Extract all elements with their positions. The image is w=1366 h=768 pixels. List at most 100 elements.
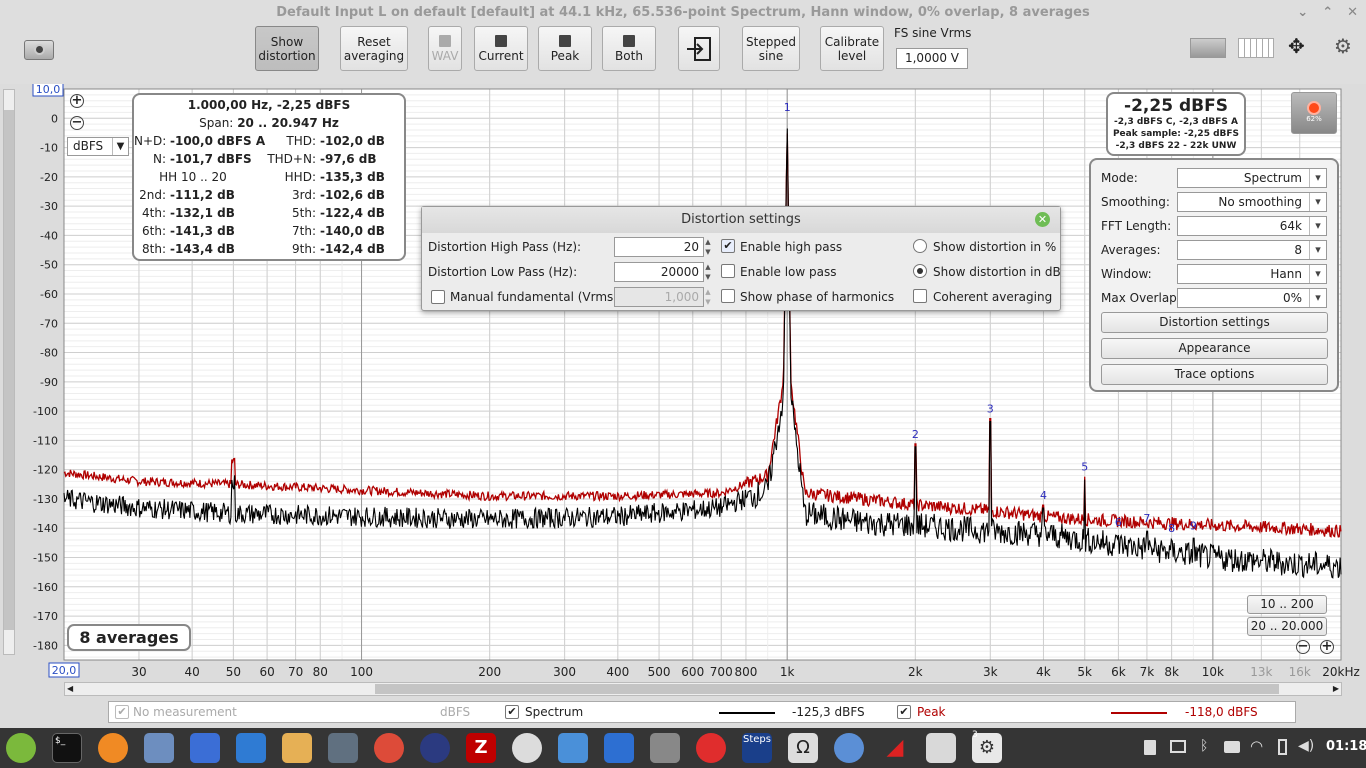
usb-icon[interactable]	[650, 733, 680, 763]
close-icon[interactable]: ✕	[1035, 212, 1050, 227]
settings-gear-icon[interactable]: ⚙	[1334, 34, 1352, 58]
show-db-radio[interactable]	[913, 264, 927, 278]
overlap-select[interactable]: 0%	[1177, 288, 1327, 308]
chevron-down-icon: ▼	[112, 138, 128, 155]
record-icon	[1307, 101, 1321, 115]
x-tick-label: 400	[606, 665, 629, 679]
printer-icon[interactable]	[1224, 741, 1240, 753]
manual-fundamental-label: Manual fundamental (Vrms)	[450, 290, 618, 304]
import-button[interactable]	[678, 26, 720, 71]
volume-icon[interactable]: ◀)	[1298, 738, 1314, 754]
terminal-icon[interactable]: $_	[52, 733, 82, 763]
screenshot-tool-icon[interactable]	[144, 733, 174, 763]
show-phase-checkbox[interactable]	[721, 289, 735, 303]
camera-icon[interactable]	[24, 40, 54, 60]
readout-label: THD+N:	[267, 152, 316, 166]
y-tick-label: -50	[40, 259, 58, 272]
x-zoom-in-icon[interactable]: +	[1320, 640, 1334, 654]
fs-value-input[interactable]: 1,0000 V	[896, 48, 968, 69]
enable-low-pass-checkbox[interactable]	[721, 264, 735, 278]
calibrate-level-button[interactable]: Calibrate level	[820, 26, 884, 71]
unit-select[interactable]: dBFS ▼	[67, 137, 129, 156]
coherent-averaging-checkbox[interactable]	[913, 289, 927, 303]
averages-label: Averages:	[1101, 243, 1161, 257]
x-zoom-out-icon[interactable]: −	[1296, 640, 1310, 654]
mint-menu-icon[interactable]	[6, 733, 36, 763]
bluetooth-icon[interactable]: ᛒ	[1200, 738, 1208, 754]
zoom-out-icon[interactable]: −	[70, 116, 84, 130]
record-level-button[interactable]: 62%	[1291, 92, 1337, 134]
webcam-icon[interactable]	[512, 733, 542, 763]
horizontal-scrollbar[interactable]: ◀ ▶	[64, 682, 1342, 696]
distortion-settings-button[interactable]: Distortion settings	[1101, 312, 1328, 333]
bluetooth-app-icon[interactable]	[604, 733, 634, 763]
show-percent-radio[interactable]	[913, 239, 927, 253]
logic-analyzer-icon[interactable]: ◢	[880, 733, 910, 763]
peak-checkbox[interactable]: ✔	[897, 705, 911, 719]
x-tick-label: 50	[226, 665, 241, 679]
fft-length-select[interactable]: 64k	[1177, 216, 1327, 236]
y-tick-label: -10	[40, 142, 58, 155]
grid-icon[interactable]	[1238, 38, 1274, 58]
filezilla-icon[interactable]: Z	[466, 733, 496, 763]
averages-select[interactable]: 8	[1177, 240, 1327, 260]
x-tick-label: 100	[350, 665, 373, 679]
level-big: -2,25 dBFS	[1124, 96, 1228, 116]
save-peak-button[interactable]: Peak	[538, 26, 592, 71]
layout-toggle-icon[interactable]	[1190, 38, 1226, 58]
manual-spinner[interactable]: ▲ ▼	[703, 287, 713, 307]
audio-mixer-icon[interactable]	[926, 733, 956, 763]
stepped-sine-button[interactable]: Stepped sine	[742, 26, 800, 71]
chrome-icon[interactable]	[374, 733, 404, 763]
hp-spinner[interactable]: ▲ ▼	[703, 237, 713, 257]
appearance-button[interactable]: Appearance	[1101, 338, 1328, 359]
audacity-icon[interactable]	[420, 733, 450, 763]
trace-options-button[interactable]: Trace options	[1101, 364, 1328, 385]
reset-averaging-button[interactable]: Reset averaging	[340, 26, 408, 71]
hp-input[interactable]: 20	[614, 237, 704, 257]
close-icon[interactable]: ✕	[1347, 0, 1358, 26]
wav-button[interactable]: WAV	[428, 26, 462, 71]
spectrum-checkbox[interactable]: ✔	[505, 705, 519, 719]
minimize-icon[interactable]: ⌄	[1297, 0, 1308, 26]
readout-panel: 1.000,00 Hz, -2,25 dBFS Span: 20 .. 20.9…	[132, 93, 406, 261]
enable-high-pass-checkbox[interactable]: ✔	[721, 239, 735, 253]
no-measurement-checkbox[interactable]: ✔	[115, 705, 129, 719]
window-select[interactable]: Hann	[1177, 264, 1327, 284]
zoom-in-icon[interactable]: +	[70, 94, 84, 108]
window-app-icon[interactable]	[328, 733, 358, 763]
fit-arrows-icon[interactable]: ✥	[1288, 34, 1305, 58]
photos-icon[interactable]	[558, 733, 588, 763]
vertical-scrollbar[interactable]	[0, 84, 20, 664]
steps-app-icon[interactable]: Steps	[742, 733, 772, 763]
firefox-icon[interactable]	[98, 733, 128, 763]
harmonic-marker: 9	[1190, 519, 1197, 532]
mode-select[interactable]: Spectrum	[1177, 168, 1327, 188]
harmonic-marker: 7	[1143, 512, 1150, 525]
circuit-app-icon[interactable]	[282, 733, 312, 763]
maximize-icon[interactable]: ⌃	[1322, 0, 1333, 26]
sync-app-icon[interactable]	[696, 733, 726, 763]
save-both-button[interactable]: Both	[602, 26, 656, 71]
lp-input[interactable]: 20000	[614, 262, 704, 282]
omega-app-icon[interactable]: Ω	[788, 733, 818, 763]
mail-icon[interactable]	[190, 733, 220, 763]
manual-fundamental-input[interactable]: 1,000	[614, 287, 704, 307]
battery-icon[interactable]	[1278, 739, 1287, 755]
show-distortion-button[interactable]: Show distortion	[255, 26, 319, 71]
wifi-icon[interactable]: ◠	[1250, 737, 1263, 755]
smoothing-select[interactable]: No smoothing	[1177, 192, 1327, 212]
readout-label: THD:	[286, 134, 316, 148]
range-20-20000-button[interactable]: 20 .. 20.000	[1247, 617, 1327, 636]
camera-app-icon[interactable]	[236, 733, 266, 763]
readout-label: HH 10 .. 20	[159, 170, 227, 184]
trash-icon[interactable]	[1144, 740, 1156, 755]
range-10-200-button[interactable]: 10 .. 200	[1247, 595, 1327, 614]
no-measurement-unit: dBFS	[440, 705, 471, 719]
save-current-button[interactable]: Current	[474, 26, 528, 71]
manual-fundamental-checkbox[interactable]	[431, 290, 445, 304]
lp-spinner[interactable]: ▲ ▼	[703, 262, 713, 282]
display-icon[interactable]	[1170, 740, 1186, 753]
span-value: 20 .. 20.947 Hz	[237, 116, 339, 130]
browser-app-icon[interactable]	[834, 733, 864, 763]
